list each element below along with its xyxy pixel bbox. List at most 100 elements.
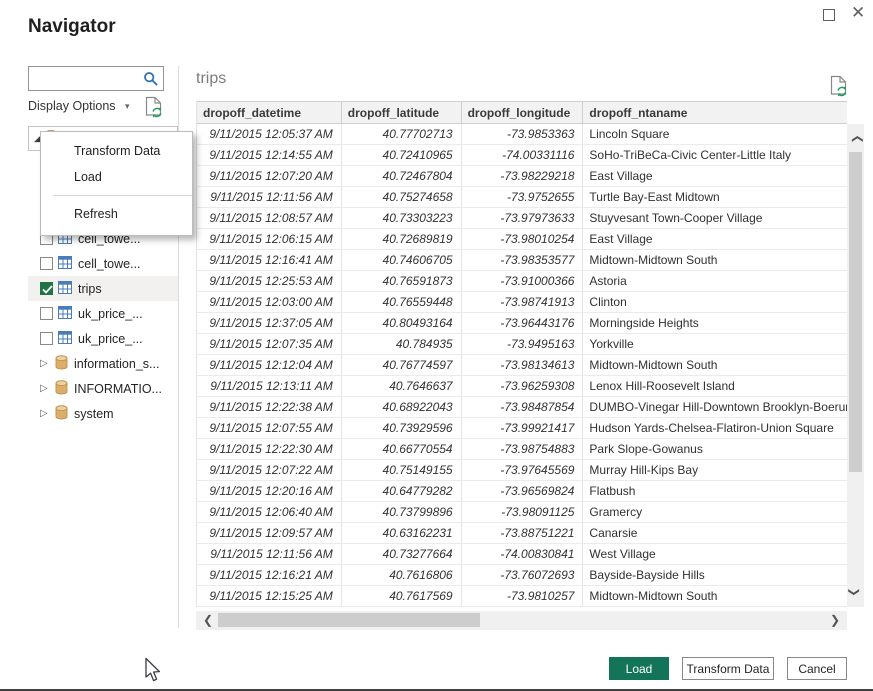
transform-data-button[interactable]: Transform Data [682, 657, 774, 680]
table-cell: East Village [583, 166, 847, 186]
table-cell: Astoria [583, 271, 847, 291]
table-cell: 9/11/2015 12:07:35 AM [197, 334, 342, 354]
cancel-button[interactable]: Cancel [787, 657, 847, 680]
search-box[interactable] [28, 66, 164, 91]
tree-item-informatio[interactable]: ▷ INFORMATIO... [28, 376, 178, 401]
table-row: 9/11/2015 12:16:21 AM40.7616806-73.76072… [197, 565, 847, 586]
checkbox-unchecked[interactable] [40, 257, 53, 270]
tree-item-label: information_s... [74, 357, 159, 371]
table-cell: 40.75149155 [342, 460, 462, 480]
tree-item-system[interactable]: ▷ system [28, 401, 178, 426]
table-row: 9/11/2015 12:09:57 AM40.63162231-73.8875… [197, 523, 847, 544]
table-cell: 40.72689819 [342, 229, 462, 249]
search-input[interactable] [33, 69, 141, 88]
table-cell: 9/11/2015 12:15:25 AM [197, 586, 342, 606]
close-window-button[interactable]: ✕ [851, 3, 865, 23]
vertical-scroll-thumb[interactable] [849, 152, 862, 472]
tree-item-information-s[interactable]: ▷ information_s... [28, 351, 178, 376]
table-cell: -74.00830841 [462, 544, 584, 564]
table-cell: Clinton [583, 292, 847, 312]
column-header-dropoff-datetime[interactable]: dropoff_datetime [197, 102, 342, 123]
table-row: 9/11/2015 12:05:37 AM40.77702713-73.9853… [197, 124, 847, 145]
checkbox-checked[interactable] [40, 282, 53, 295]
table-cell: Flatbush [583, 481, 847, 501]
tree-item-label: cell_towe... [78, 257, 141, 271]
table-cell: -73.98134613 [462, 355, 584, 375]
table-cell: Morningside Heights [583, 313, 847, 333]
tree-item-label: system [74, 407, 114, 421]
table-cell: Bayside-Bayside Hills [583, 565, 847, 585]
table-cell: East Village [583, 229, 847, 249]
table-cell: -73.96569824 [462, 481, 584, 501]
context-menu: Transform Data Load Refresh [40, 131, 193, 236]
scroll-down-icon[interactable]: ❮ [847, 584, 865, 601]
scroll-up-icon[interactable]: ❮ [847, 131, 865, 148]
tree-item-trips[interactable]: trips [28, 276, 178, 301]
column-header-dropoff-latitude[interactable]: dropoff_latitude [342, 102, 462, 123]
column-header-dropoff-ntaname[interactable]: dropoff_ntaname [583, 102, 847, 123]
refresh-preview-icon[interactable] [145, 96, 163, 123]
expand-arrow-icon[interactable]: ▷ [40, 408, 51, 419]
tree-item-label: uk_price_... [78, 332, 143, 346]
search-icon [143, 71, 159, 92]
column-header-dropoff-longitude[interactable]: dropoff_longitude [462, 102, 584, 123]
vertical-scrollbar[interactable]: ❮ ❮ [847, 124, 864, 607]
table-cell: 9/11/2015 12:25:53 AM [197, 271, 342, 291]
table-cell: Lincoln Square [583, 124, 847, 144]
table-cell: -73.96259308 [462, 376, 584, 396]
table-cell: 40.64779282 [342, 481, 462, 501]
table-cell: 40.68922043 [342, 397, 462, 417]
horizontal-scroll-thumb[interactable] [218, 613, 480, 627]
table-row: 9/11/2015 12:13:11 AM40.7646637-73.96259… [197, 376, 847, 397]
tree-item-label: uk_price_... [78, 307, 143, 321]
table-icon [58, 331, 72, 347]
expand-arrow-icon[interactable]: ▷ [40, 358, 51, 369]
menu-item-transform-data[interactable]: Transform Data [41, 138, 192, 164]
table-cell: 9/11/2015 12:07:55 AM [197, 418, 342, 438]
table-row: 9/11/2015 12:06:15 AM40.72689819-73.9801… [197, 229, 847, 250]
table-row: 9/11/2015 12:16:41 AM40.74606705-73.9835… [197, 250, 847, 271]
display-options-label: Display Options [28, 99, 116, 113]
table-cell: 40.73799896 [342, 502, 462, 522]
table-cell: 40.73929596 [342, 418, 462, 438]
table-cell: -73.97973633 [462, 208, 584, 228]
database-icon [55, 380, 68, 398]
checkbox-unchecked[interactable] [40, 332, 53, 345]
scroll-right-icon[interactable]: ❯ [827, 612, 843, 629]
table-cell: -73.91000366 [462, 271, 584, 291]
database-icon [55, 405, 68, 423]
tree-item-label: INFORMATIO... [74, 382, 162, 396]
table-cell: 40.76591873 [342, 271, 462, 291]
table-cell: 40.72467804 [342, 166, 462, 186]
refresh-preview-icon[interactable] [830, 75, 848, 102]
table-cell: -73.76072693 [462, 565, 584, 585]
tree-item-cell-towe[interactable]: cell_towe... [28, 251, 178, 276]
table-row: 9/11/2015 12:11:56 AM40.73277664-74.0083… [197, 544, 847, 565]
table-cell: -73.9853363 [462, 124, 584, 144]
table-cell: 40.7646637 [342, 376, 462, 396]
table-cell: 9/11/2015 12:22:38 AM [197, 397, 342, 417]
table-cell: 40.80493164 [342, 313, 462, 333]
page-title: Navigator [28, 16, 116, 38]
table-cell: -73.99921417 [462, 418, 584, 438]
table-cell: 9/11/2015 12:13:11 AM [197, 376, 342, 396]
menu-item-load[interactable]: Load [41, 164, 192, 190]
horizontal-scrollbar[interactable]: ❮ ❯ [196, 611, 847, 630]
table-cell: Turtle Bay-East Midtown [583, 187, 847, 207]
table-cell: 40.76774597 [342, 355, 462, 375]
checkbox-unchecked[interactable] [40, 307, 53, 320]
table-cell: 9/11/2015 12:16:41 AM [197, 250, 342, 270]
scroll-left-icon[interactable]: ❮ [200, 612, 216, 629]
expand-arrow-icon[interactable]: ▷ [40, 383, 51, 394]
table-cell: 40.7616806 [342, 565, 462, 585]
menu-item-refresh[interactable]: Refresh [41, 201, 192, 227]
table-cell: West Village [583, 544, 847, 564]
tree-item-uk-price[interactable]: uk_price_... [28, 326, 178, 351]
load-button[interactable]: Load [609, 657, 669, 680]
restore-window-button[interactable] [823, 9, 835, 21]
table-cell: 9/11/2015 12:14:55 AM [197, 145, 342, 165]
tree-item-uk-price[interactable]: uk_price_... [28, 301, 178, 326]
table-cell: 9/11/2015 12:11:56 AM [197, 544, 342, 564]
table-row: 9/11/2015 12:25:53 AM40.76591873-73.9100… [197, 271, 847, 292]
table-cell: Midtown-Midtown South [583, 355, 847, 375]
